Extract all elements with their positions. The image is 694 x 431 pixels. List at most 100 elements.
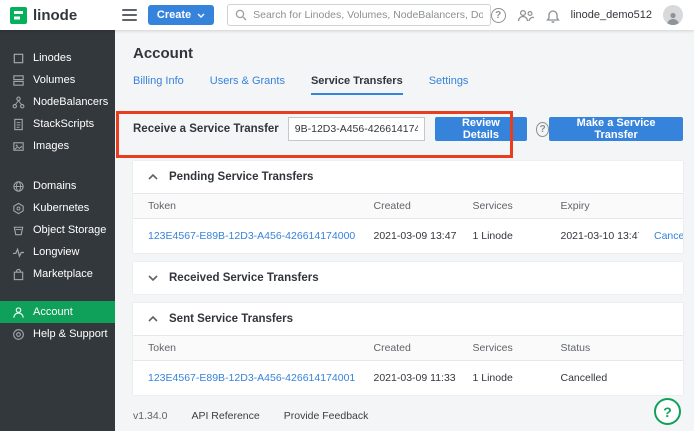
help-bubble-button[interactable]: ? bbox=[654, 398, 681, 425]
received-transfers-header[interactable]: Received Service Transfers bbox=[133, 262, 683, 294]
sidebar-item-help-support[interactable]: Help & Support bbox=[0, 323, 115, 345]
sent-transfers-header[interactable]: Sent Service Transfers bbox=[133, 303, 683, 335]
column-header-created: Created bbox=[359, 194, 458, 219]
sidebar-item-label: Marketplace bbox=[33, 268, 93, 280]
sent-status: Cancelled bbox=[546, 361, 640, 396]
sent-transfers-panel: Sent Service Transfers Token Created Ser… bbox=[133, 303, 683, 395]
tab-service-transfers[interactable]: Service Transfers bbox=[311, 75, 403, 95]
column-header-token: Token bbox=[133, 336, 359, 361]
search-icon bbox=[235, 9, 247, 21]
panel-title: Received Service Transfers bbox=[169, 272, 319, 284]
tab-users-grants[interactable]: Users & Grants bbox=[210, 75, 285, 95]
transfer-token-input[interactable] bbox=[288, 117, 425, 141]
app-version: v1.34.0 bbox=[133, 410, 167, 422]
column-header-action bbox=[639, 194, 683, 219]
sidebar-item-label: Volumes bbox=[33, 74, 75, 86]
pending-transfers-header[interactable]: Pending Service Transfers bbox=[133, 161, 683, 193]
page-title: Account bbox=[133, 45, 683, 62]
domains-icon bbox=[12, 180, 25, 193]
sidebar: Linodes Volumes NodeBalancers StackScrip… bbox=[0, 30, 115, 431]
sidebar-item-domains[interactable]: Domains bbox=[0, 175, 115, 197]
panel-title: Pending Service Transfers bbox=[169, 171, 313, 183]
sidebar-item-label: StackScripts bbox=[33, 118, 94, 130]
receive-help-icon[interactable]: ? bbox=[536, 122, 549, 137]
panel-title: Sent Service Transfers bbox=[169, 313, 293, 325]
table-row: 123E4567-E89B-12D3-A456-426614174001 202… bbox=[133, 361, 683, 396]
column-header-filler bbox=[639, 336, 683, 361]
column-header-services: Services bbox=[458, 194, 546, 219]
chevron-down-icon bbox=[197, 13, 205, 18]
received-transfers-panel: Received Service Transfers bbox=[133, 262, 683, 294]
sent-services: 1 Linode bbox=[458, 361, 546, 396]
menu-icon[interactable] bbox=[122, 9, 137, 21]
sidebar-item-marketplace[interactable]: Marketplace bbox=[0, 263, 115, 285]
lifebuoy-icon bbox=[12, 328, 25, 341]
longview-icon bbox=[12, 246, 25, 259]
column-header-status: Status bbox=[546, 336, 640, 361]
pending-token-link[interactable]: 123E4567-E89B-12D3-A456-426614174000 bbox=[148, 230, 355, 242]
object-storage-icon bbox=[12, 224, 25, 237]
page-footer: v1.34.0 API Reference Provide Feedback bbox=[133, 410, 683, 422]
provide-feedback-link[interactable]: Provide Feedback bbox=[284, 410, 369, 422]
column-header-token: Token bbox=[133, 194, 359, 219]
help-icon[interactable]: ? bbox=[491, 8, 506, 23]
marketplace-icon bbox=[12, 268, 25, 281]
sidebar-item-label: Images bbox=[33, 140, 69, 152]
avatar[interactable] bbox=[663, 5, 683, 25]
tab-billing-info[interactable]: Billing Info bbox=[133, 75, 184, 95]
tab-settings[interactable]: Settings bbox=[429, 75, 469, 95]
global-search bbox=[227, 4, 491, 26]
topbar: linode Create ? lin bbox=[0, 0, 694, 30]
account-icon bbox=[12, 306, 25, 319]
linode-logo[interactable]: linode bbox=[0, 0, 113, 30]
account-tabs: Billing Info Users & Grants Service Tran… bbox=[133, 75, 683, 95]
sidebar-item-volumes[interactable]: Volumes bbox=[0, 69, 115, 91]
sidebar-item-longview[interactable]: Longview bbox=[0, 241, 115, 263]
review-details-button[interactable]: Review Details bbox=[435, 117, 527, 141]
receive-transfer-row: Receive a Service Transfer Review Detail… bbox=[133, 117, 683, 141]
sent-transfers-table: Token Created Services Status 123E4567-E… bbox=[133, 335, 683, 395]
sidebar-item-stackscripts[interactable]: StackScripts bbox=[0, 113, 115, 135]
sidebar-item-label: Domains bbox=[33, 180, 76, 192]
table-row: 123E4567-E89B-12D3-A456-426614174000 202… bbox=[133, 219, 683, 254]
column-header-expiry: Expiry bbox=[546, 194, 640, 219]
column-header-services: Services bbox=[458, 336, 546, 361]
cancel-transfer-link[interactable]: Cancel bbox=[654, 230, 683, 242]
community-icon[interactable] bbox=[517, 9, 535, 22]
sidebar-item-nodebalancers[interactable]: NodeBalancers bbox=[0, 91, 115, 113]
chevron-up-icon bbox=[148, 316, 158, 322]
sidebar-item-kubernetes[interactable]: Kubernetes bbox=[0, 197, 115, 219]
receive-transfer-label: Receive a Service Transfer bbox=[133, 123, 279, 135]
topbar-actions: ? linode_demo512 bbox=[491, 5, 694, 25]
pending-transfers-table: Token Created Services Expiry 123E4567-E… bbox=[133, 193, 683, 253]
linode-logo-icon bbox=[10, 7, 27, 24]
volumes-icon bbox=[12, 74, 25, 87]
create-button-label: Create bbox=[157, 9, 191, 21]
sidebar-item-label: NodeBalancers bbox=[33, 96, 108, 108]
pending-transfers-panel: Pending Service Transfers Token Created … bbox=[133, 161, 683, 253]
search-input[interactable] bbox=[253, 9, 483, 21]
pending-expiry: 2021-03-10 13:47 bbox=[546, 219, 640, 254]
sidebar-item-label: Object Storage bbox=[33, 224, 106, 236]
chevron-down-icon bbox=[148, 275, 158, 281]
make-service-transfer-button[interactable]: Make a Service Transfer bbox=[549, 117, 683, 141]
sent-token-link[interactable]: 123E4567-E89B-12D3-A456-426614174001 bbox=[148, 372, 355, 384]
sidebar-item-object-storage[interactable]: Object Storage bbox=[0, 219, 115, 241]
notifications-bell-icon[interactable] bbox=[546, 8, 560, 23]
sidebar-item-linodes[interactable]: Linodes bbox=[0, 47, 115, 69]
create-button[interactable]: Create bbox=[148, 5, 214, 25]
sidebar-item-images[interactable]: Images bbox=[0, 135, 115, 157]
sent-created: 2021-03-09 11:33 bbox=[359, 361, 458, 396]
images-icon bbox=[12, 140, 25, 153]
stackscripts-icon bbox=[12, 118, 25, 131]
account-username[interactable]: linode_demo512 bbox=[571, 9, 652, 21]
chevron-up-icon bbox=[148, 174, 158, 180]
linodes-icon bbox=[12, 52, 25, 65]
sidebar-item-account[interactable]: Account bbox=[0, 301, 115, 323]
column-header-created: Created bbox=[359, 336, 458, 361]
sidebar-item-label: Account bbox=[33, 306, 73, 318]
sidebar-item-label: Help & Support bbox=[33, 328, 108, 340]
sidebar-item-label: Kubernetes bbox=[33, 202, 89, 214]
sidebar-item-label: Linodes bbox=[33, 52, 72, 64]
api-reference-link[interactable]: API Reference bbox=[191, 410, 259, 422]
